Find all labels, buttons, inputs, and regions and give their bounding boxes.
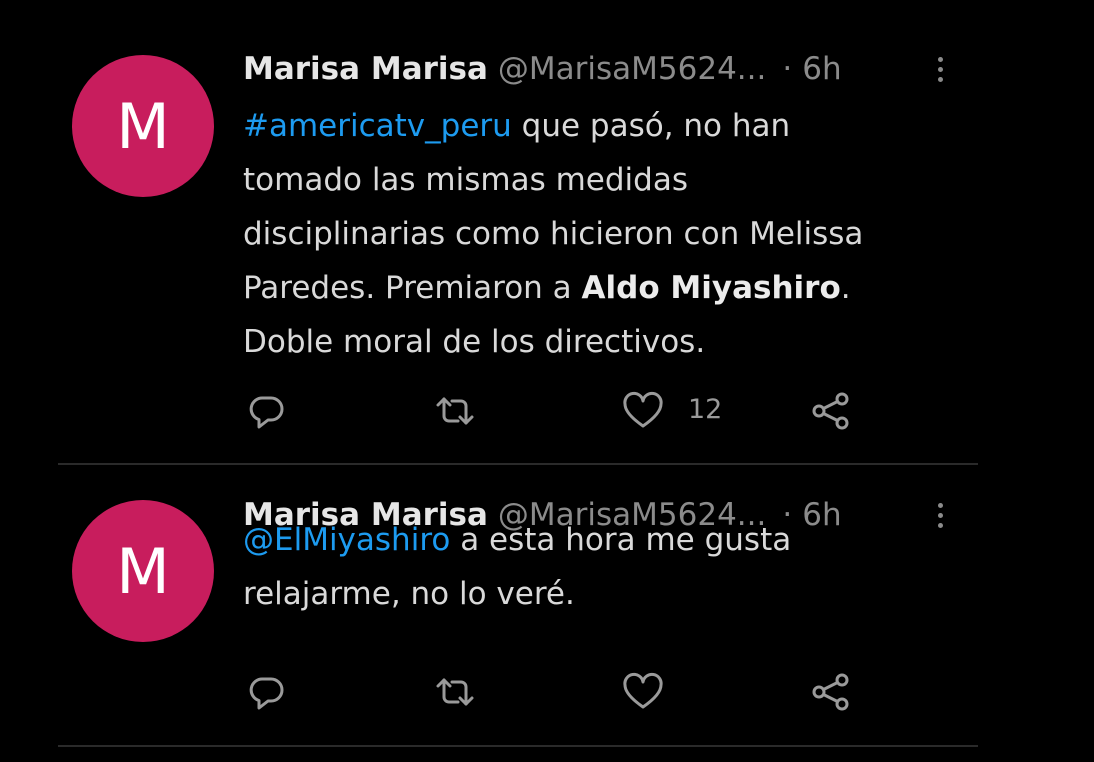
- like-icon: [623, 672, 663, 709]
- more-icon[interactable]: [931, 48, 951, 90]
- share-button[interactable]: [808, 388, 854, 434]
- tweet-text: #americatv_peru que pasó, no han tomado …: [243, 99, 983, 369]
- reply-button[interactable]: [244, 388, 290, 434]
- retweet-icon: [436, 397, 474, 425]
- timestamp[interactable]: 6h: [802, 51, 841, 87]
- reply-icon: [249, 677, 284, 710]
- reply-icon: [249, 396, 284, 429]
- tweet-actions: [0, 665, 1094, 715]
- retweet-button[interactable]: [432, 669, 478, 715]
- tweet-text-bold: Aldo Miyashiro: [581, 270, 841, 306]
- divider: [58, 745, 978, 747]
- mention-link[interactable]: @ElMiyashiro: [243, 522, 450, 558]
- tweet-header: Marisa Marisa @MarisaM5624... · 6h: [243, 48, 963, 90]
- retweet-icon: [436, 678, 474, 706]
- share-button[interactable]: [808, 669, 854, 715]
- reply-button[interactable]: [244, 669, 290, 715]
- like-button[interactable]: [620, 388, 666, 434]
- tweet-text: @ElMiyashiro a esta hora me gusta relaja…: [243, 513, 983, 621]
- author-handle[interactable]: @MarisaM5624...: [498, 51, 766, 87]
- share-icon: [812, 392, 849, 430]
- retweet-button[interactable]: [432, 388, 478, 434]
- like-count: 12: [688, 394, 723, 425]
- hashtag-link[interactable]: #americatv_peru: [243, 108, 512, 144]
- avatar[interactable]: M: [72, 55, 214, 197]
- author-name[interactable]: Marisa Marisa: [243, 51, 488, 87]
- share-icon: [812, 673, 849, 711]
- tweet[interactable]: M Marisa Marisa @MarisaM5624... · 6h @El…: [0, 465, 1094, 750]
- like-icon: [623, 391, 663, 428]
- like-button[interactable]: [620, 669, 666, 715]
- tweet[interactable]: M Marisa Marisa @MarisaM5624... · 6h #am…: [0, 0, 1094, 465]
- tweet-actions: 12: [0, 384, 1094, 434]
- separator-dot: ·: [782, 51, 793, 87]
- avatar[interactable]: M: [72, 500, 214, 642]
